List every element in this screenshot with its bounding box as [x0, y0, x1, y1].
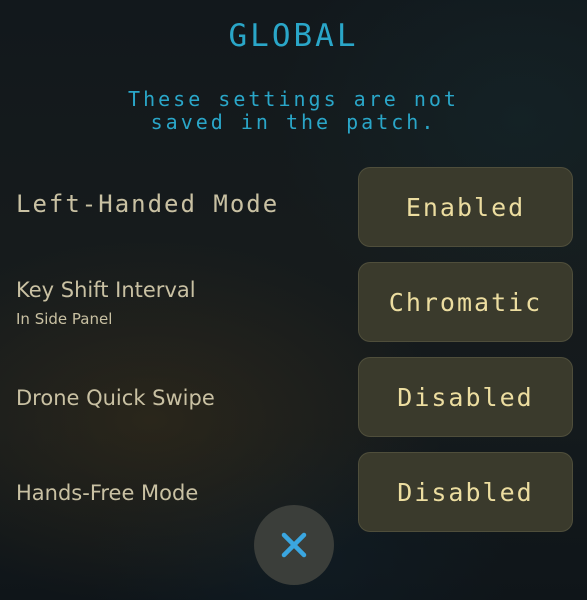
- key-shift-interval-sublabel: In Side Panel: [16, 310, 113, 328]
- hands-free-mode-value: Disabled: [397, 477, 534, 507]
- key-shift-interval-label: Key Shift Interval: [16, 278, 196, 302]
- left-handed-mode-label: Left-Handed Mode: [16, 190, 280, 218]
- left-handed-mode-button[interactable]: Enabled: [358, 167, 573, 247]
- page-title: GLOBAL: [228, 18, 359, 54]
- hands-free-mode-button[interactable]: Disabled: [358, 452, 573, 532]
- left-handed-mode-value: Enabled: [405, 192, 526, 222]
- notice-line-1: These settings are not: [128, 87, 459, 111]
- notice-line-2: saved in the patch.: [150, 110, 437, 134]
- settings-notice: These settings are not saved in the patc…: [0, 88, 587, 134]
- key-shift-interval-value: Chromatic: [388, 287, 543, 317]
- close-icon: [281, 532, 307, 558]
- drone-quick-swipe-button[interactable]: Disabled: [358, 357, 573, 437]
- drone-quick-swipe-label: Drone Quick Swipe: [16, 386, 215, 410]
- drone-quick-swipe-value: Disabled: [397, 382, 534, 412]
- key-shift-interval-button[interactable]: Chromatic: [358, 262, 573, 342]
- close-button[interactable]: [254, 505, 334, 585]
- hands-free-mode-label: Hands-Free Mode: [16, 481, 199, 505]
